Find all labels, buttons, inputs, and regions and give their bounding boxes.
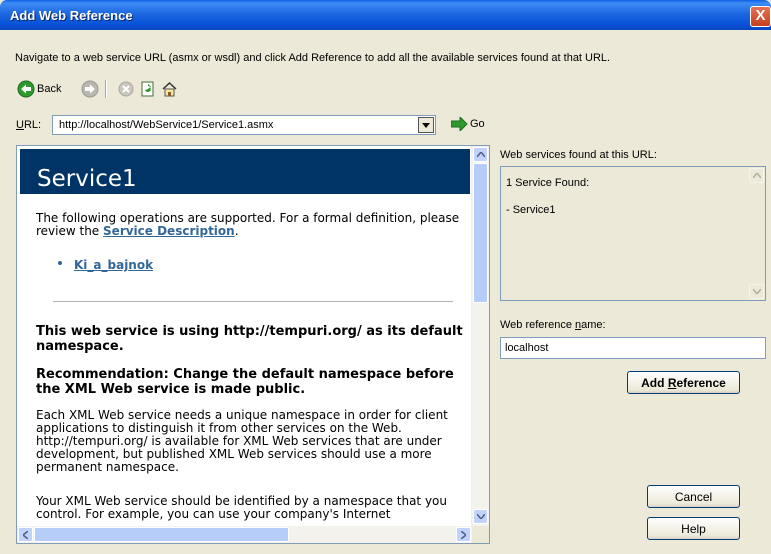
add-reference-label: Add Reference <box>641 375 726 390</box>
browser-horizontal-scrollbar[interactable] <box>17 526 472 543</box>
back-arrow-icon <box>17 80 35 98</box>
refresh-icon <box>141 81 154 97</box>
go-label: Go <box>470 118 485 130</box>
chevron-up-icon <box>752 173 761 178</box>
reference-name-input[interactable]: localhost <box>500 337 766 359</box>
control-paragraph: Your XML Web service should be identifie… <box>36 494 447 521</box>
service-banner: Service1 <box>20 149 470 194</box>
help-button[interactable]: Help <box>647 517 740 540</box>
go-button[interactable]: Go <box>451 117 485 131</box>
url-combobox[interactable]: http://localhost/WebService1/Service1.as… <box>52 115 436 135</box>
scroll-right-button[interactable] <box>456 527 471 542</box>
intro-end: . <box>234 224 239 238</box>
chevron-up-icon <box>476 152 485 157</box>
toolbar-separator <box>105 80 107 98</box>
home-button[interactable] <box>161 79 178 99</box>
service-list-item: - Service1 <box>506 204 556 216</box>
reference-name-label: Web reference name: <box>500 319 606 331</box>
window-title: Add Web Reference <box>10 8 133 23</box>
horizontal-scroll-thumb[interactable] <box>34 527 289 542</box>
forward-arrow-icon <box>81 80 99 98</box>
namespace-heading: This web service is using http://tempuri… <box>36 324 463 354</box>
url-value: http://localhost/WebService1/Service1.as… <box>59 119 274 131</box>
services-list-scrollbar[interactable] <box>748 167 765 300</box>
services-count: 1 Service Found: <box>506 177 590 189</box>
service-title: Service1 <box>37 166 137 192</box>
instruction-text: Navigate to a web service URL (asmx or w… <box>15 52 611 64</box>
intro-text: The following operations are supported. … <box>36 211 460 238</box>
namespace-paragraph: Each XML Web service needs a unique name… <box>36 408 448 474</box>
chevron-down-icon <box>752 289 761 294</box>
recommendation-heading: Recommendation: Change the default names… <box>36 367 454 397</box>
list-scroll-up-button[interactable] <box>749 168 764 183</box>
scroll-down-button[interactable] <box>473 509 488 524</box>
go-arrow-icon <box>451 117 468 131</box>
back-label: Back <box>37 83 62 95</box>
add-reference-button[interactable]: Add Reference <box>627 371 740 394</box>
services-found-label: Web services found at this URL: <box>500 149 657 161</box>
operation-link[interactable]: Ki_a_bajnok <box>74 258 153 272</box>
scroll-left-button[interactable] <box>18 527 33 542</box>
service-page: Service1 The following operations are su… <box>17 146 472 526</box>
chevron-right-icon <box>461 530 466 539</box>
stop-icon <box>118 81 134 97</box>
chevron-down-icon <box>476 514 485 519</box>
close-button[interactable]: X <box>750 6 771 27</box>
refresh-button[interactable] <box>140 79 156 99</box>
chevron-down-icon <box>422 122 430 128</box>
services-found-list: 1 Service Found: - Service1 <box>500 166 766 301</box>
close-icon: X <box>755 7 766 24</box>
scroll-up-button[interactable] <box>473 147 488 162</box>
url-dropdown-button[interactable] <box>418 117 434 133</box>
home-icon <box>162 81 177 96</box>
cancel-button[interactable]: Cancel <box>647 485 740 508</box>
intro-paragraph: The following operations are supported. … <box>36 212 468 238</box>
list-scroll-down-button[interactable] <box>749 284 764 299</box>
url-label: URL: <box>16 119 42 131</box>
forward-button[interactable] <box>81 79 99 99</box>
stop-button[interactable] <box>118 79 134 99</box>
back-button[interactable]: Back <box>17 79 61 99</box>
scrollbar-corner <box>472 526 489 543</box>
divider <box>53 301 453 302</box>
vertical-scroll-thumb[interactable] <box>473 163 488 303</box>
list-bullet <box>58 261 62 265</box>
chevron-left-icon <box>23 530 28 539</box>
browser-vertical-scrollbar[interactable] <box>471 146 489 526</box>
title-bar: Add Web Reference X <box>0 0 771 30</box>
browser-pane[interactable]: Service1 The following operations are su… <box>16 145 490 544</box>
service-description-link[interactable]: Service Description <box>103 224 235 238</box>
